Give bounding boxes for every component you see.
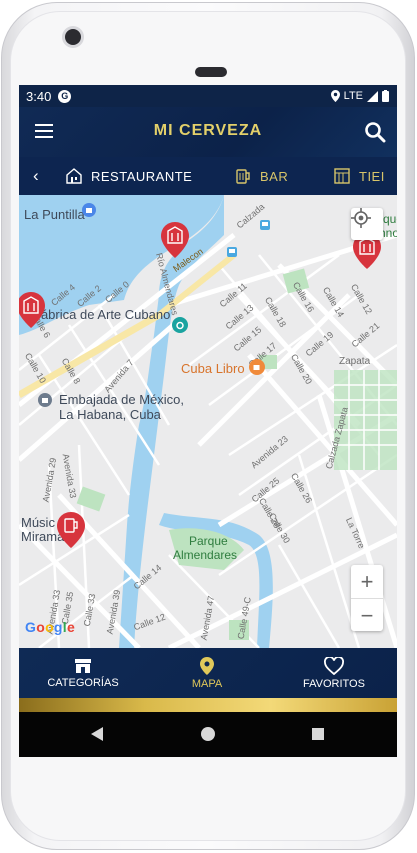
label-la-puntilla: La Puntilla <box>24 207 85 222</box>
search-icon[interactable] <box>363 120 387 144</box>
tab-restaurante[interactable]: RESTAURANTE <box>65 157 192 195</box>
heart-icon <box>324 656 344 675</box>
tab-bar-label: BAR <box>260 168 289 184</box>
nav-categorias-label: CATEGORÍAS <box>47 676 119 689</box>
storefront-icon <box>334 168 350 184</box>
nav-mapa[interactable]: MAPA <box>177 648 237 698</box>
category-tab-bar: ‹ RESTAURANTE BAR TIEI <box>19 157 397 195</box>
chevron-left-icon[interactable]: ‹ <box>33 166 39 186</box>
crosshair-icon <box>351 208 371 228</box>
shopping-poi-icon[interactable] <box>82 203 96 217</box>
label-cuba-libro: Cuba Libro <box>181 361 245 376</box>
transit-poi-icon <box>260 220 270 230</box>
app-title: MI CERVEZA <box>153 122 263 139</box>
restaurant-pin-icon-west[interactable] <box>19 291 46 329</box>
embassy-poi-icon[interactable] <box>38 393 52 407</box>
app-bar: MI CERVEZA <box>19 107 397 157</box>
label-parque-line2: Almendares <box>173 548 238 562</box>
label-parque-line1: Parque <box>189 534 228 548</box>
label-zapata: Zapata <box>339 356 371 367</box>
transit-poi-icon-2 <box>227 247 237 257</box>
signal-icon <box>367 90 378 102</box>
location-status-icon <box>330 90 340 102</box>
beer-mug-icon <box>236 169 250 184</box>
bar-pin-icon[interactable] <box>56 511 86 549</box>
zoom-controls: + − <box>351 565 383 631</box>
nav-categorias[interactable]: CATEGORÍAS <box>43 648 123 698</box>
house-icon <box>66 168 82 184</box>
status-right: LTE <box>330 90 389 102</box>
label-embajada-line1: Embajada de México, <box>59 392 185 407</box>
zoom-in-button[interactable]: + <box>351 565 383 598</box>
android-back-icon[interactable] <box>91 727 103 741</box>
battery-icon <box>382 90 389 102</box>
tab-tienda[interactable]: TIEI <box>333 157 385 195</box>
network-type: LTE <box>343 90 363 102</box>
camera-poi-icon[interactable] <box>172 317 188 333</box>
google-logo: Google <box>25 619 76 635</box>
device-screen: 3:40 G LTE MI CERVEZA ‹ RESTAURANTE BAR … <box>19 85 397 757</box>
bottom-navigation: CATEGORÍAS MAPA FAVORITOS <box>19 648 397 698</box>
map-view[interactable]: La Puntilla Fábrica de Arte Cubano Cuba … <box>19 195 397 648</box>
decorative-gold-strip <box>19 698 397 712</box>
zoom-out-button[interactable]: − <box>351 599 383 632</box>
android-home-icon[interactable] <box>201 727 215 741</box>
cafe-poi-icon[interactable] <box>249 359 265 375</box>
label-embajada-line2: La Habana, Cuba <box>59 407 161 422</box>
status-bar: 3:40 G LTE <box>19 85 397 107</box>
tab-restaurante-label: RESTAURANTE <box>91 168 193 184</box>
front-camera <box>65 29 81 45</box>
label-musica-line1: Músic <box>21 515 55 530</box>
android-navigation-bar <box>19 712 397 757</box>
status-time: 3:40 <box>26 88 52 104</box>
tab-tienda-label: TIEI <box>359 168 385 184</box>
tab-bar[interactable]: BAR <box>234 157 288 195</box>
nav-favoritos-label: FAVORITOS <box>303 677 365 690</box>
restaurant-pin-icon[interactable] <box>160 221 190 259</box>
notification-app-icon: G <box>58 89 72 103</box>
android-recents-icon[interactable] <box>312 728 324 740</box>
my-location-button[interactable] <box>351 208 383 240</box>
earpiece-speaker <box>195 67 227 77</box>
store-icon <box>75 658 91 673</box>
map-pin-icon <box>200 656 214 675</box>
nav-mapa-label: MAPA <box>191 677 223 690</box>
nav-favoritos[interactable]: FAVORITOS <box>299 648 369 698</box>
label-fabrica-arte-cubano: Fábrica de Arte Cubano <box>33 307 171 322</box>
